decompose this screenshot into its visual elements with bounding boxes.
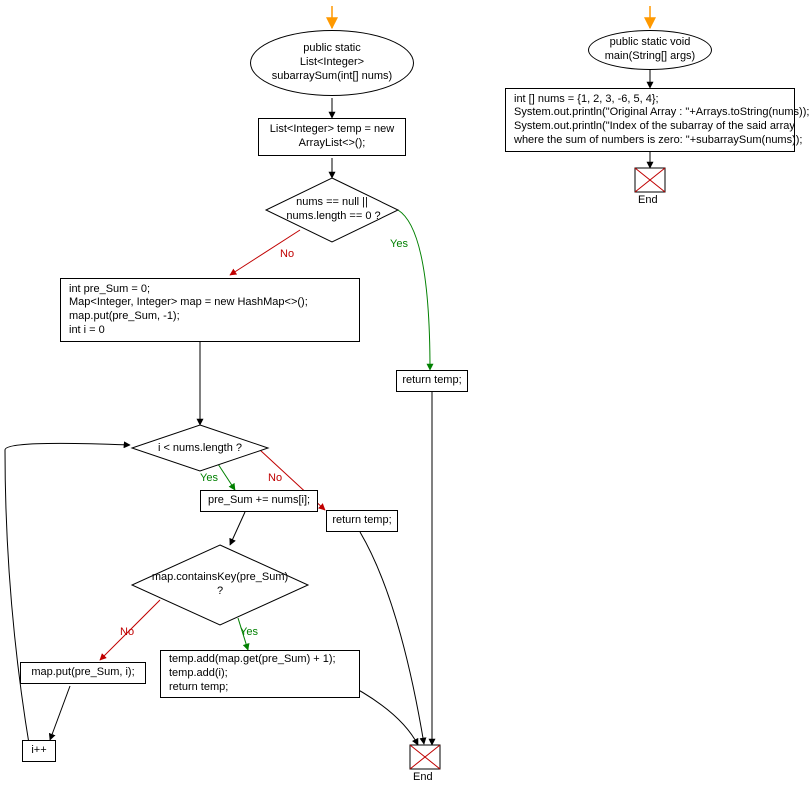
node-text: int pre_Sum = 0; Map<Integer, Integer> m… <box>69 283 308 338</box>
decision-text: nums == null || nums.length == 0 ? <box>283 196 380 224</box>
node-text: return temp; <box>402 374 461 388</box>
start-label: public static List<Integer> subarraySum(… <box>272 42 392 83</box>
node-text: pre_Sum += nums[i]; <box>208 494 310 508</box>
end-label-2: End <box>638 194 658 206</box>
decision-text: i < nums.length ? <box>158 442 242 456</box>
start-label: public static void main(String[] args) <box>605 36 695 64</box>
decision-text: map.containsKey(pre_Sum) ? <box>152 571 288 599</box>
node-main-body: int [] nums = {1, 2, 3, -6, 5, 4}; Syste… <box>505 88 795 152</box>
node-text: return temp; <box>332 514 391 528</box>
node-text: List<Integer> temp = new ArrayList<>(); <box>270 123 394 151</box>
start-subarraysum: public static List<Integer> subarraySum(… <box>250 30 414 96</box>
flowchart-canvas: public static List<Integer> subarraySum(… <box>0 0 811 806</box>
node-map-put: map.put(pre_Sum, i); <box>20 662 146 684</box>
node-return-temp-2: return temp; <box>326 510 398 532</box>
end-label-1: End <box>413 771 433 783</box>
node-increment: i++ <box>22 740 56 762</box>
label-no: No <box>120 626 134 638</box>
label-no: No <box>280 248 294 260</box>
node-return-temp-1: return temp; <box>396 370 468 392</box>
label-yes: Yes <box>390 238 408 250</box>
node-text: int [] nums = {1, 2, 3, -6, 5, 4}; Syste… <box>514 93 809 148</box>
node-temp-new: List<Integer> temp = new ArrayList<>(); <box>258 118 406 156</box>
label-yes: Yes <box>200 472 218 484</box>
node-text: temp.add(map.get(pre_Sum) + 1); temp.add… <box>169 653 336 694</box>
node-text: map.put(pre_Sum, i); <box>31 666 134 680</box>
decision-loop: i < nums.length ? <box>140 440 260 458</box>
node-accum: pre_Sum += nums[i]; <box>200 490 318 512</box>
decision-null-check: nums == null || nums.length == 0 ? <box>266 193 398 227</box>
node-init: int pre_Sum = 0; Map<Integer, Integer> m… <box>60 278 360 342</box>
decision-containskey: map.containsKey(pre_Sum) ? <box>140 568 300 602</box>
label-no: No <box>268 472 282 484</box>
node-text: i++ <box>31 744 46 758</box>
start-main: public static void main(String[] args) <box>588 30 712 70</box>
label-yes: Yes <box>240 626 258 638</box>
node-found: temp.add(map.get(pre_Sum) + 1); temp.add… <box>160 650 360 698</box>
